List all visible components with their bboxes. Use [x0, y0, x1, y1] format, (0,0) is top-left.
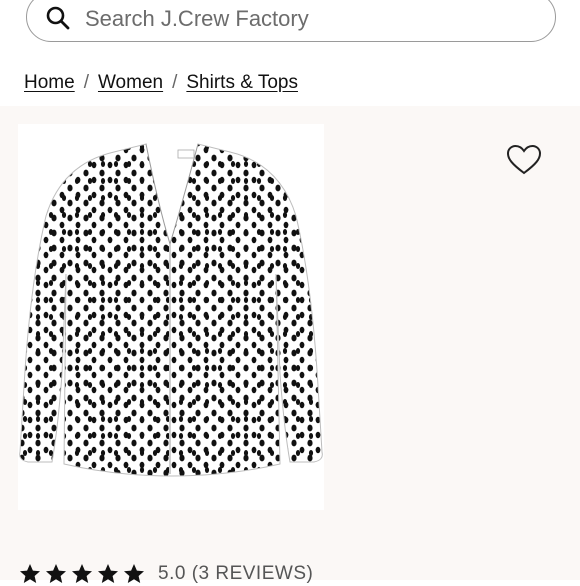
- rating-summary[interactable]: 5.0 (3 REVIEWS): [158, 563, 313, 585]
- breadcrumb-shirts-tops[interactable]: Shirts & Tops: [186, 72, 298, 93]
- favorite-button[interactable]: [506, 144, 542, 176]
- star-icon: [46, 564, 66, 583]
- star-icon: [124, 564, 144, 583]
- breadcrumb: Home / Women / Shirts & Tops: [24, 72, 298, 94]
- product-panel: 5.0 (3 REVIEWS): [0, 106, 580, 584]
- search-icon: [46, 6, 70, 30]
- star-icon: [20, 564, 40, 583]
- rating-stars: [18, 562, 146, 586]
- search-bar[interactable]: [26, 0, 556, 42]
- breadcrumb-home[interactable]: Home: [24, 72, 75, 93]
- product-image[interactable]: [18, 124, 324, 510]
- star-icon: [72, 564, 92, 583]
- breadcrumb-separator: /: [172, 72, 178, 93]
- breadcrumb-separator: /: [83, 72, 89, 93]
- star-icon: [98, 564, 118, 583]
- breadcrumb-women[interactable]: Women: [98, 72, 163, 93]
- heart-icon: [506, 144, 542, 175]
- product-rating[interactable]: 5.0 (3 REVIEWS): [18, 562, 313, 586]
- blouse-image: [19, 143, 323, 477]
- search-input[interactable]: [83, 1, 527, 37]
